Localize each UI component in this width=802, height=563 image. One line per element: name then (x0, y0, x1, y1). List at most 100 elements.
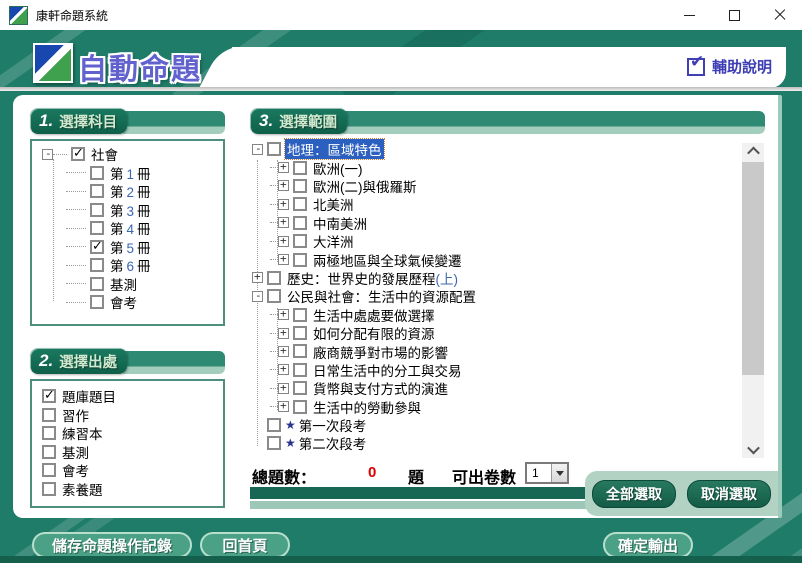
tree-item[interactable]: 中南美洲 (250, 214, 765, 232)
tree-item[interactable]: 廠商競爭對市場的影響 (250, 342, 765, 360)
checkbox[interactable] (90, 258, 104, 272)
tree-item[interactable]: 第2冊 (32, 182, 223, 201)
expand-icon[interactable] (278, 254, 289, 265)
tree-item[interactable]: 第4冊 (32, 219, 223, 238)
scrollbar-thumb[interactable] (742, 162, 764, 375)
checkbox[interactable] (293, 253, 307, 267)
checkbox[interactable] (267, 289, 281, 303)
maximize-button[interactable] (712, 0, 757, 30)
checkbox[interactable] (90, 203, 104, 217)
checkbox[interactable] (293, 197, 307, 211)
list-item[interactable]: 練習本 (32, 424, 223, 443)
expand-icon[interactable] (252, 272, 263, 283)
home-button[interactable]: 回首頁 (200, 532, 290, 558)
expand-icon[interactable] (278, 309, 289, 320)
list-item[interactable]: 基測 (32, 443, 223, 462)
expand-icon[interactable] (278, 401, 289, 412)
expand-icon[interactable] (278, 162, 289, 173)
dropdown-button[interactable] (551, 464, 567, 482)
tree-item[interactable]: 公民與社會：生活中的資源配置 (250, 287, 765, 305)
expand-icon[interactable] (278, 199, 289, 210)
tree-item[interactable]: 第3冊 (32, 201, 223, 220)
select-all-button[interactable]: 全部選取 (592, 480, 676, 508)
checkbox[interactable] (90, 295, 104, 309)
tree-item[interactable]: 如何分配有限的資源 (250, 324, 765, 342)
tree-item[interactable]: 歐洲(二)與俄羅斯 (250, 177, 765, 195)
collapse-icon[interactable] (252, 144, 263, 155)
checkbox[interactable] (42, 482, 56, 496)
tree-item[interactable]: 基測 (32, 275, 223, 294)
checkbox[interactable] (293, 344, 307, 358)
checkbox[interactable] (71, 147, 85, 161)
tree-item[interactable]: 生活中的勞動參與 (250, 397, 765, 415)
tree-item[interactable]: 兩極地區與全球氣候變遷 (250, 250, 765, 268)
checkbox[interactable] (293, 363, 307, 377)
expand-icon[interactable] (278, 364, 289, 375)
list-item[interactable]: 素養題 (32, 480, 223, 499)
tree-item[interactable]: 地理：區域特色 (250, 140, 765, 158)
scrollbar[interactable] (742, 143, 764, 458)
copies-select[interactable]: 1 (525, 462, 569, 484)
help-link[interactable]: 輔助說明 (687, 56, 772, 77)
tree-item[interactable]: 歐洲(一) (250, 158, 765, 176)
checkbox[interactable] (293, 179, 307, 193)
tree-item[interactable]: 北美洲 (250, 195, 765, 213)
expand-icon[interactable] (278, 180, 289, 191)
checkbox[interactable] (267, 142, 281, 156)
checkbox[interactable] (293, 400, 307, 414)
tree-item[interactable]: 社會 (32, 145, 223, 164)
checkbox[interactable] (293, 308, 307, 322)
checkbox[interactable] (90, 221, 104, 235)
tree-item[interactable]: 第6冊 (32, 256, 223, 275)
save-record-button[interactable]: 儲存命題操作記錄 (32, 532, 192, 558)
list-item[interactable]: 習作 (32, 406, 223, 425)
list-item[interactable]: 會考 (32, 461, 223, 480)
checkbox[interactable] (90, 166, 104, 180)
tree-item[interactable]: 生活中處處要做選擇 (250, 306, 765, 324)
checkbox[interactable] (267, 271, 281, 285)
collapse-icon[interactable] (42, 149, 53, 160)
checkbox[interactable] (42, 426, 56, 440)
expand-icon[interactable] (278, 217, 289, 228)
scroll-up-button[interactable] (742, 143, 764, 160)
scroll-down-button[interactable] (742, 441, 764, 458)
checkbox[interactable] (42, 389, 56, 403)
checkbox[interactable] (293, 381, 307, 395)
close-button[interactable] (757, 0, 802, 30)
checkbox[interactable] (267, 418, 281, 432)
app-logo-icon (9, 6, 28, 25)
expand-icon[interactable] (278, 328, 289, 339)
deselect-all-button[interactable]: 取消選取 (687, 480, 771, 508)
tree-item[interactable]: 會考 (32, 293, 223, 312)
minimize-button[interactable] (667, 0, 712, 30)
tree-connector (270, 351, 278, 352)
checkbox[interactable] (293, 326, 307, 340)
tree-item[interactable]: 第1冊 (32, 164, 223, 183)
checkbox[interactable] (293, 216, 307, 230)
list-item[interactable]: 題庫題目 (32, 387, 223, 406)
checkbox[interactable] (293, 234, 307, 248)
tree-item[interactable]: 第5冊 (32, 238, 223, 257)
star-icon: ★ (285, 418, 296, 432)
tree-item[interactable]: 大洋洲 (250, 232, 765, 250)
checkbox[interactable] (42, 408, 56, 422)
expand-icon[interactable] (278, 236, 289, 247)
checkbox[interactable] (90, 184, 104, 198)
tree-item[interactable]: ★ 第二次段考 (250, 434, 765, 452)
checkbox[interactable] (293, 161, 307, 175)
collapse-icon[interactable] (252, 291, 263, 302)
checkbox[interactable] (42, 463, 56, 477)
expand-icon[interactable] (278, 383, 289, 394)
confirm-output-button[interactable]: 確定輸出 (603, 532, 693, 558)
tree-connector (270, 185, 278, 186)
tree-item[interactable]: 日常生活中的分工與交易 (250, 361, 765, 379)
tree-item[interactable]: ★ 第一次段考 (250, 416, 765, 434)
tree-item[interactable]: 貨幣與支付方式的演進 (250, 379, 765, 397)
list-item-label: 習作 (60, 405, 91, 425)
checkbox[interactable] (267, 436, 281, 450)
expand-icon[interactable] (278, 346, 289, 357)
checkbox[interactable] (90, 240, 104, 254)
tree-item[interactable]: 歷史：世界史的發展歷程(上) (250, 269, 765, 287)
checkbox[interactable] (42, 445, 56, 459)
checkbox[interactable] (90, 277, 104, 291)
